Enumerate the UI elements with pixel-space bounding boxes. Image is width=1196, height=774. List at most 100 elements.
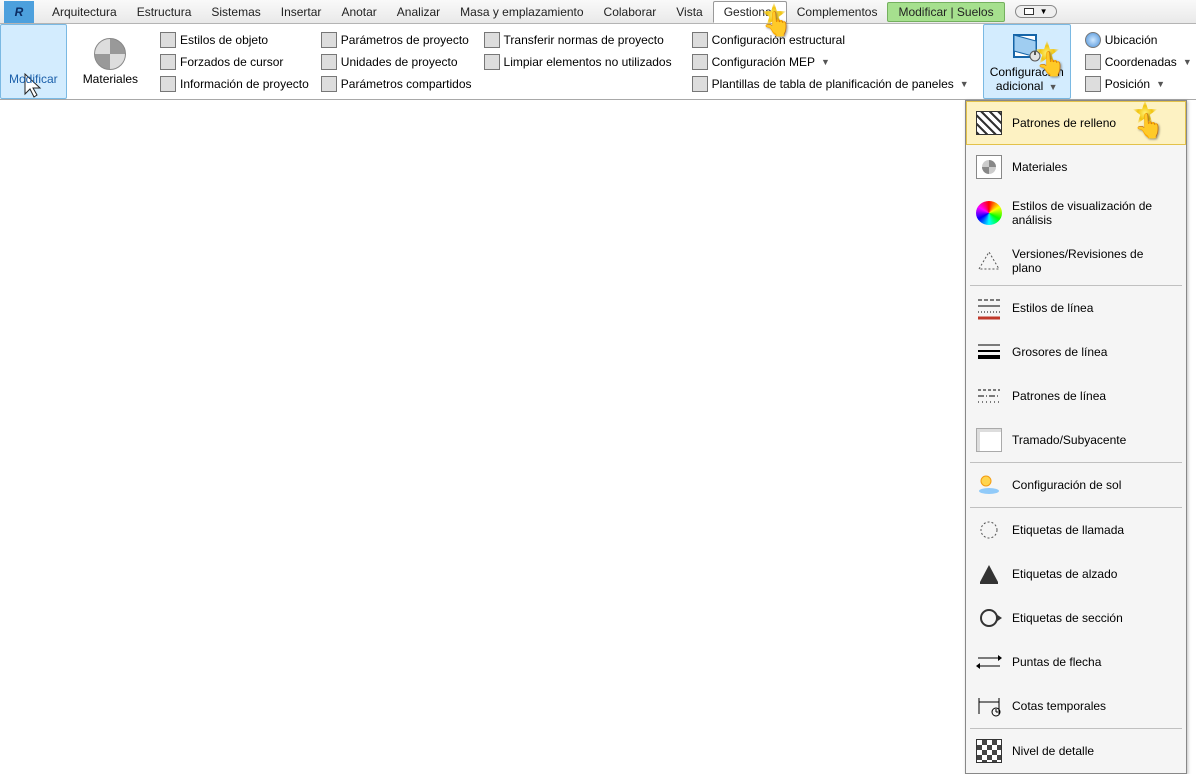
label: Etiquetas de sección	[1012, 611, 1123, 625]
location-button[interactable]: Ubicación	[1085, 29, 1192, 51]
label: Estilos de objeto	[180, 33, 268, 47]
project-units-button[interactable]: Unidades de proyecto	[321, 51, 472, 73]
settings-col-1: Estilos de objeto Forzados de cursor Inf…	[154, 24, 315, 99]
label: Configuración MEP	[712, 55, 815, 69]
label: Forzados de cursor	[180, 55, 283, 69]
label: Grosores de línea	[1012, 345, 1107, 359]
config-col: Configuración estructural Configuración …	[686, 24, 975, 99]
materials-icon	[94, 38, 126, 70]
project-params-icon	[321, 32, 337, 48]
tab-vista[interactable]: Vista	[666, 2, 712, 22]
label: Configuración de sol	[1012, 478, 1121, 492]
tab-modificar-suelos[interactable]: Modificar | Suelos	[887, 2, 1004, 22]
tab-insertar[interactable]: Insertar	[271, 2, 332, 22]
additional-settings-dropdown: Patrones de relleno Materiales Estilos d…	[965, 100, 1187, 774]
ribbon: Modificar Materiales Estilos de objeto F…	[0, 24, 1196, 100]
label: Puntas de flecha	[1012, 655, 1101, 669]
tab-analizar[interactable]: Analizar	[387, 2, 450, 22]
tab-anotar[interactable]: Anotar	[331, 2, 386, 22]
label: Nivel de detalle	[1012, 744, 1094, 758]
arrowheads-icon	[976, 650, 1002, 674]
sun-icon	[976, 473, 1002, 497]
project-info-button[interactable]: Información de proyecto	[160, 73, 309, 95]
chevron-down-icon: ▼	[821, 57, 830, 67]
label: Versiones/Revisiones de plano	[1012, 247, 1176, 275]
transfer-icon	[484, 32, 500, 48]
tab-sistemas[interactable]: Sistemas	[201, 2, 270, 22]
materiales-button[interactable]: Materiales	[75, 24, 146, 99]
location-col: Ubicación Coordenadas ▼ Posición ▼	[1079, 24, 1196, 99]
detail-level-item[interactable]: Nivel de detalle	[966, 729, 1186, 773]
arrowheads-item[interactable]: Puntas de flecha	[966, 640, 1186, 684]
revisions-icon	[976, 249, 1002, 273]
click-cursor-icon: 👆	[1036, 50, 1066, 79]
transfer-standards-button[interactable]: Transferir normas de proyecto	[484, 29, 672, 51]
snaps-button[interactable]: Forzados de cursor	[160, 51, 309, 73]
label: Patrones de línea	[1012, 389, 1106, 403]
section-tag-icon	[976, 606, 1002, 630]
halftone-underlay-item[interactable]: Tramado/Subyacente	[966, 418, 1186, 462]
object-styles-button[interactable]: Estilos de objeto	[160, 29, 309, 51]
tab-estructura[interactable]: Estructura	[127, 2, 202, 22]
label: Estilos de línea	[1012, 301, 1093, 315]
sun-settings-item[interactable]: Configuración de sol	[966, 463, 1186, 507]
chevron-down-icon: ▼	[1040, 7, 1048, 16]
label: Etiquetas de llamada	[1012, 523, 1124, 537]
structural-settings-button[interactable]: Configuración estructural	[692, 29, 969, 51]
label: Etiquetas de alzado	[1012, 567, 1117, 581]
line-weights-item[interactable]: Grosores de línea	[966, 330, 1186, 374]
project-params-button[interactable]: Parámetros de proyecto	[321, 29, 472, 51]
shared-params-icon	[321, 76, 337, 92]
mep-settings-button[interactable]: Configuración MEP ▼	[692, 51, 969, 73]
panel-options-toggle[interactable]: ▼	[1015, 5, 1057, 18]
panel-schedule-templates-button[interactable]: Plantillas de tabla de planificación de …	[692, 73, 969, 95]
label: Patrones de relleno	[1012, 116, 1116, 130]
sheet-issues-revisions-item[interactable]: Versiones/Revisiones de plano	[966, 237, 1186, 285]
callout-tags-item[interactable]: Etiquetas de llamada	[966, 508, 1186, 552]
label: Información de proyecto	[180, 77, 309, 91]
materials-item[interactable]: Materiales	[966, 145, 1186, 189]
label: Parámetros compartidos	[341, 77, 472, 91]
tab-masa[interactable]: Masa y emplazamiento	[450, 2, 593, 22]
halftone-icon	[976, 428, 1002, 452]
chevron-down-icon: ▼	[960, 79, 969, 89]
shared-params-button[interactable]: Parámetros compartidos	[321, 73, 472, 95]
label: Limpiar elementos no utilizados	[504, 55, 672, 69]
cursor-icon	[17, 38, 49, 70]
line-styles-item[interactable]: Estilos de línea	[966, 286, 1186, 330]
box-icon	[1024, 8, 1034, 15]
label: Transferir normas de proyecto	[504, 33, 664, 47]
main-menubar: R Arquitectura Estructura Sistemas Inser…	[0, 0, 1196, 24]
label: Coordenadas	[1105, 55, 1177, 69]
settings-col-3: Transferir normas de proyecto Limpiar el…	[478, 24, 678, 99]
section-tags-item[interactable]: Etiquetas de sección	[966, 596, 1186, 640]
coordinates-button[interactable]: Coordenadas ▼	[1085, 51, 1192, 73]
mep-icon	[692, 54, 708, 70]
label: Posición	[1105, 77, 1150, 91]
chevron-down-icon: ▼	[1183, 57, 1192, 67]
click-cursor-icon: 👆	[762, 10, 792, 39]
structural-icon	[692, 32, 708, 48]
tab-complementos[interactable]: Complementos	[787, 2, 888, 22]
temporary-dimensions-item[interactable]: Cotas temporales	[966, 684, 1186, 728]
label: Estilos de visualización de análisis	[1012, 199, 1176, 227]
label: Materiales	[1012, 160, 1067, 174]
coordinates-icon	[1085, 54, 1101, 70]
snaps-icon	[160, 54, 176, 70]
line-patterns-item[interactable]: Patrones de línea	[966, 374, 1186, 418]
label: adicional	[996, 79, 1043, 93]
chevron-down-icon: ▼	[1156, 79, 1165, 89]
tab-colaborar[interactable]: Colaborar	[594, 2, 667, 22]
analysis-display-styles-item[interactable]: Estilos de visualización de análisis	[966, 189, 1186, 237]
tab-arquitectura[interactable]: Arquitectura	[42, 2, 127, 22]
line-styles-icon	[976, 296, 1002, 320]
position-button[interactable]: Posición ▼	[1085, 73, 1192, 95]
elevation-tags-item[interactable]: Etiquetas de alzado	[966, 552, 1186, 596]
materiales-label: Materiales	[83, 72, 138, 86]
purge-unused-button[interactable]: Limpiar elementos no utilizados	[484, 51, 672, 73]
fill-patterns-icon	[976, 111, 1002, 135]
modificar-button[interactable]: Modificar	[0, 24, 67, 99]
app-logo: R	[4, 1, 34, 23]
globe-icon	[1085, 32, 1101, 48]
analysis-styles-icon	[976, 201, 1002, 225]
